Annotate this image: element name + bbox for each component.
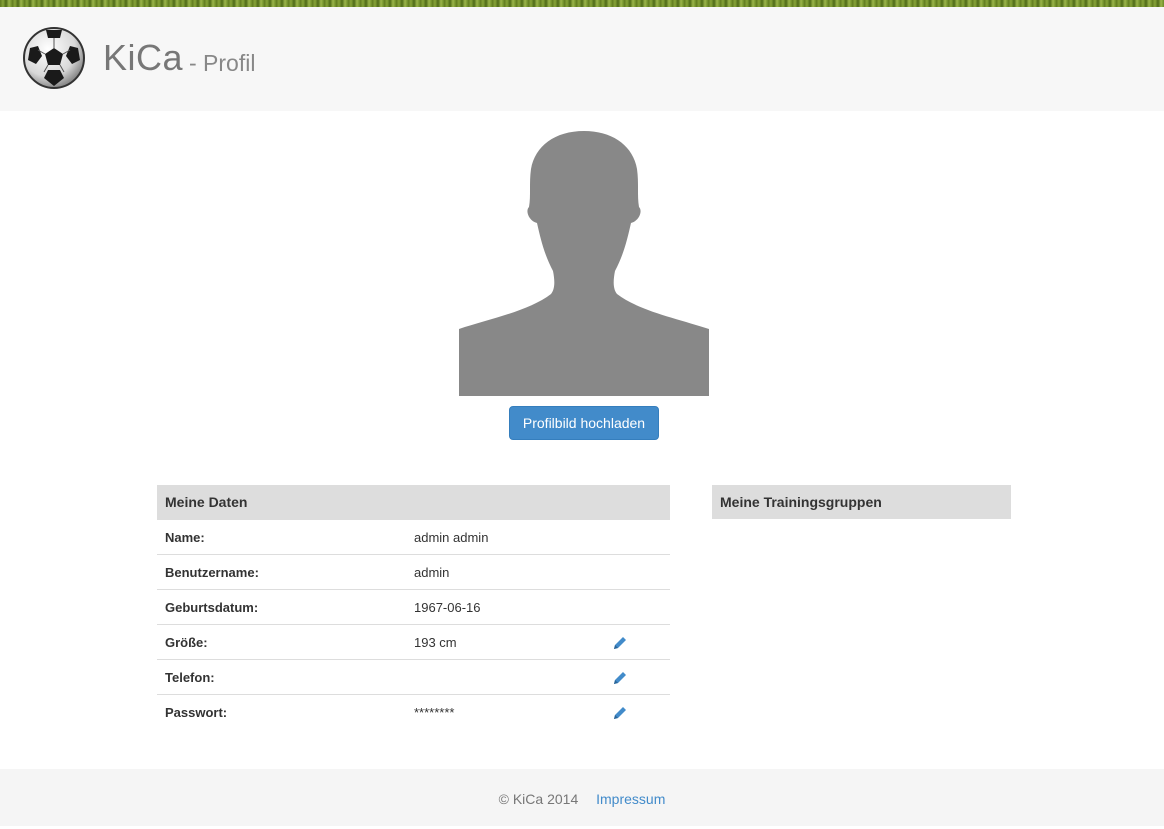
row-height: Größe: 193 cm: [157, 625, 670, 660]
page-subtitle: - Profil: [189, 50, 256, 76]
row-username: Benutzername: admin: [157, 555, 670, 590]
my-data-panel: Meine Daten Name: admin admin Benutzerna…: [157, 485, 670, 730]
my-data-rows: Name: admin admin Benutzername: admin Ge…: [157, 520, 670, 730]
row-value: admin admin: [414, 530, 489, 545]
row-password: Passwort: ********: [157, 695, 670, 730]
row-name: Name: admin admin: [157, 520, 670, 555]
brand-title[interactable]: KiCa: [103, 37, 183, 79]
training-groups-panel: Meine Trainingsgruppen: [712, 485, 1011, 519]
row-label: Benutzername:: [165, 565, 259, 580]
row-birthdate: Geburtsdatum: 1967-06-16: [157, 590, 670, 625]
edit-height-pencil-icon[interactable]: [612, 635, 628, 651]
grass-banner: [0, 0, 1164, 7]
row-phone: Telefon:: [157, 660, 670, 695]
training-groups-title: Meine Trainingsgruppen: [712, 485, 1011, 519]
row-value: 1967-06-16: [414, 600, 481, 615]
row-label: Größe:: [165, 635, 208, 650]
row-label: Name:: [165, 530, 205, 545]
edit-phone-pencil-icon[interactable]: [612, 670, 628, 686]
upload-profile-picture-button[interactable]: Profilbild hochladen: [509, 406, 659, 440]
page-header: KiCa - Profil: [0, 7, 1164, 111]
soccer-ball-icon[interactable]: [22, 26, 86, 90]
row-label: Passwort:: [165, 705, 228, 720]
row-label: Geburtsdatum:: [165, 600, 259, 615]
copyright-text: © KiCa 2014: [498, 791, 579, 807]
person-silhouette-icon: [459, 131, 709, 396]
row-label: Telefon:: [165, 670, 215, 685]
row-value: 193 cm: [414, 635, 457, 650]
my-data-title: Meine Daten: [157, 485, 670, 520]
row-value: admin: [414, 565, 450, 580]
row-value: ********: [414, 705, 455, 720]
edit-password-pencil-icon[interactable]: [612, 705, 628, 721]
page-footer: © KiCa 2014 Impressum: [0, 769, 1164, 826]
impressum-link[interactable]: Impressum: [596, 791, 665, 807]
